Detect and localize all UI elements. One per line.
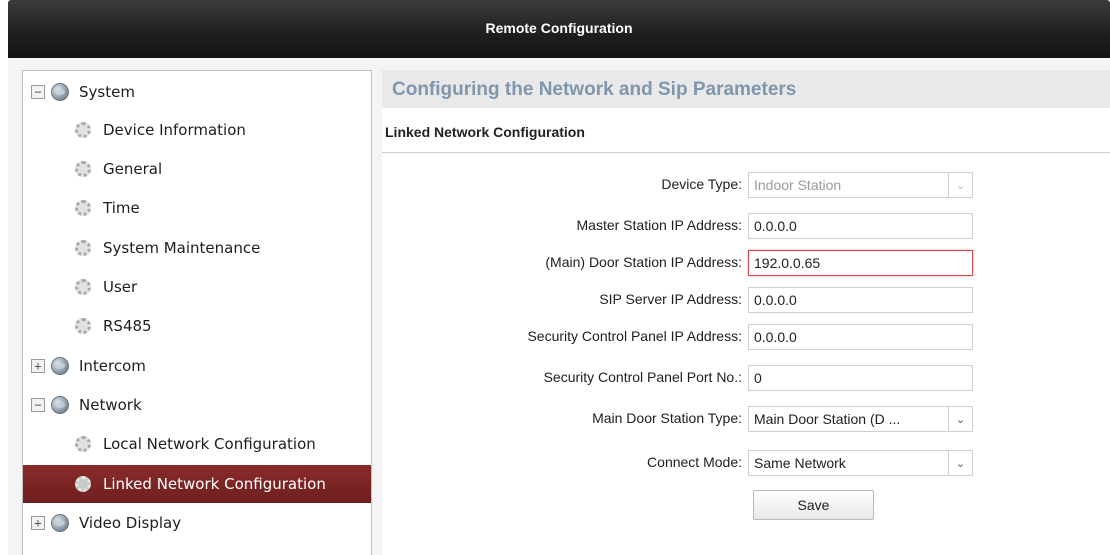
section-header: Configuring the Network and Sip Paramete… xyxy=(382,70,1110,108)
gear-icon xyxy=(75,122,91,138)
chevron-down-icon[interactable]: ⌄ xyxy=(948,451,972,475)
device-type-label: Device Type: xyxy=(661,176,742,192)
gear-icon xyxy=(75,161,91,177)
connect-mode-select[interactable]: Same Network ⌄ xyxy=(748,450,973,476)
sip-ip-value: 0.0.0.0 xyxy=(754,292,797,308)
tree-item-label: Network xyxy=(79,396,142,414)
expand-icon[interactable]: + xyxy=(31,516,45,530)
tree-item-label: RS485 xyxy=(103,317,152,335)
tree-item-device-information[interactable]: Device Information xyxy=(23,111,371,149)
gear-icon xyxy=(75,476,91,492)
gear-icon xyxy=(75,436,91,452)
device-type-row: Device Type: Indoor Station ⌄ xyxy=(382,172,1110,198)
globe-icon xyxy=(51,514,69,532)
panel-ip-row: Security Control Panel IP Address: 0.0.0… xyxy=(382,324,1110,350)
save-button[interactable]: Save xyxy=(753,490,874,520)
chevron-down-icon[interactable]: ⌄ xyxy=(948,407,972,431)
tree-item-label: System Maintenance xyxy=(103,239,261,257)
tree-item-label: Linked Network Configuration xyxy=(103,475,326,493)
panel-ip-input[interactable]: 0.0.0.0 xyxy=(748,324,973,350)
master-ip-input[interactable]: 0.0.0.0 xyxy=(748,213,973,239)
sip-ip-row: SIP Server IP Address: 0.0.0.0 xyxy=(382,287,1110,313)
config-tree: − System Device Information General Time… xyxy=(22,70,372,555)
sip-ip-label: SIP Server IP Address: xyxy=(599,291,742,307)
tree-item-rs485[interactable]: RS485 xyxy=(23,307,371,345)
collapse-icon[interactable]: − xyxy=(31,85,45,99)
tree-item-user[interactable]: User xyxy=(23,268,371,306)
master-ip-value: 0.0.0.0 xyxy=(754,218,797,234)
door-ip-value: 192.0.0.65 xyxy=(754,255,821,271)
expand-icon[interactable]: + xyxy=(31,359,45,373)
window-title: Remote Configuration xyxy=(485,20,633,36)
collapse-icon[interactable]: − xyxy=(31,398,45,412)
globe-icon xyxy=(51,396,69,414)
tree-item-label: General xyxy=(103,160,163,178)
panel-ip-value: 0.0.0.0 xyxy=(754,329,797,345)
tree-item-label: Intercom xyxy=(79,357,146,375)
tree-item-linked-network-configuration[interactable]: Linked Network Configuration xyxy=(23,465,371,503)
connect-mode-row: Connect Mode: Same Network ⌄ xyxy=(382,450,1110,476)
gear-icon xyxy=(75,200,91,216)
tree-item-system-maintenance[interactable]: System Maintenance xyxy=(23,229,371,267)
door-ip-row: (Main) Door Station IP Address: 192.0.0.… xyxy=(382,250,1110,276)
page-title: Configuring the Network and Sip Paramete… xyxy=(392,79,797,100)
globe-icon xyxy=(51,83,69,101)
door-type-select[interactable]: Main Door Station (D ... ⌄ xyxy=(748,406,973,432)
tree-item-local-network-configuration[interactable]: Local Network Configuration xyxy=(23,425,371,463)
tree-item-network[interactable]: − Network xyxy=(23,386,371,424)
tree-item-video-display[interactable]: + Video Display xyxy=(23,504,371,542)
gear-icon xyxy=(75,279,91,295)
globe-icon xyxy=(51,357,69,375)
tree-item-general[interactable]: General xyxy=(23,150,371,188)
sip-ip-input[interactable]: 0.0.0.0 xyxy=(748,287,973,313)
master-ip-label: Master Station IP Address: xyxy=(576,217,743,233)
door-type-label: Main Door Station Type: xyxy=(592,410,742,426)
panel-port-input[interactable]: 0 xyxy=(748,365,973,391)
panel-ip-label: Security Control Panel IP Address: xyxy=(527,328,742,344)
master-ip-row: Master Station IP Address: 0.0.0.0 xyxy=(382,213,1110,239)
gear-icon xyxy=(75,318,91,334)
tree-item-label: Device Information xyxy=(103,121,246,139)
door-ip-input[interactable]: 192.0.0.65 xyxy=(748,250,973,276)
connect-mode-label: Connect Mode: xyxy=(647,454,742,470)
tree-item-system[interactable]: − System xyxy=(23,73,371,111)
panel-port-value: 0 xyxy=(754,370,762,386)
section-subtitle: Linked Network Configuration xyxy=(385,124,585,140)
device-type-value: Indoor Station xyxy=(754,177,842,193)
connect-mode-value: Same Network xyxy=(754,455,846,471)
window-titlebar: Remote Configuration xyxy=(8,0,1110,58)
chevron-down-icon: ⌄ xyxy=(948,173,972,197)
door-type-row: Main Door Station Type: Main Door Statio… xyxy=(382,406,1110,432)
gear-icon xyxy=(75,240,91,256)
tree-item-label: User xyxy=(103,278,138,296)
config-panel: Configuring the Network and Sip Paramete… xyxy=(382,70,1110,555)
panel-port-row: Security Control Panel Port No.: 0 xyxy=(382,365,1110,391)
divider xyxy=(382,152,1110,153)
tree-item-label: Local Network Configuration xyxy=(103,435,316,453)
tree-item-label: Video Display xyxy=(79,514,182,532)
tree-item-label: System xyxy=(79,83,135,101)
device-type-select: Indoor Station ⌄ xyxy=(748,172,973,198)
panel-port-label: Security Control Panel Port No.: xyxy=(543,369,742,385)
tree-item-label: Time xyxy=(103,199,140,217)
tree-item-time[interactable]: Time xyxy=(23,189,371,227)
tree-item-intercom[interactable]: + Intercom xyxy=(23,347,371,385)
door-type-value: Main Door Station (D ... xyxy=(754,411,901,427)
door-ip-label: (Main) Door Station IP Address: xyxy=(545,254,742,270)
